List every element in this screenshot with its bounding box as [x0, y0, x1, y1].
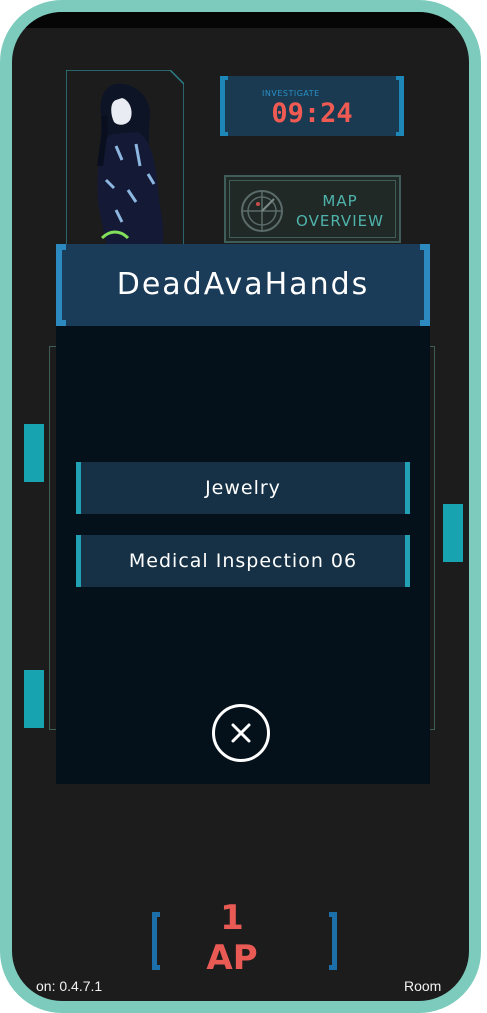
timer-label: INVESTIGATE	[262, 89, 320, 98]
map-label: MAP	[322, 192, 358, 210]
ap-bracket-right	[329, 912, 337, 970]
action-points-value: 1	[220, 898, 244, 938]
radar-icon	[241, 190, 283, 232]
character-portrait	[66, 70, 184, 250]
phone-frame: INVESTIGATE 09:24 MAP OVERVIEW DeadAvaHa…	[0, 0, 481, 1013]
option-medical-inspection[interactable]: Medical Inspection 06	[76, 535, 410, 587]
modal-title: DeadAvaHands	[116, 267, 370, 302]
action-points: 1 AP	[202, 898, 262, 978]
overview-label: OVERVIEW	[296, 212, 384, 230]
room-text: Room	[404, 978, 442, 994]
evidence-modal: DeadAvaHands Jewelry Medical Inspection …	[56, 244, 430, 784]
status-bar	[12, 12, 469, 28]
close-button[interactable]	[212, 704, 270, 762]
option-jewelry[interactable]: Jewelry	[76, 462, 410, 514]
ap-bracket-left	[152, 912, 160, 970]
left-side-tab-bottom[interactable]	[24, 670, 44, 728]
investigate-timer: INVESTIGATE 09:24	[220, 76, 404, 136]
left-side-tab-top[interactable]	[24, 424, 44, 482]
modal-header: DeadAvaHands	[56, 244, 430, 326]
close-icon	[231, 723, 251, 743]
version-text: on: 0.4.7.1	[36, 978, 103, 994]
action-points-unit: AP	[206, 938, 258, 978]
map-overview-button[interactable]: MAP OVERVIEW	[224, 175, 401, 243]
right-side-tab[interactable]	[443, 504, 463, 562]
timer-value: 09:24	[271, 98, 353, 129]
